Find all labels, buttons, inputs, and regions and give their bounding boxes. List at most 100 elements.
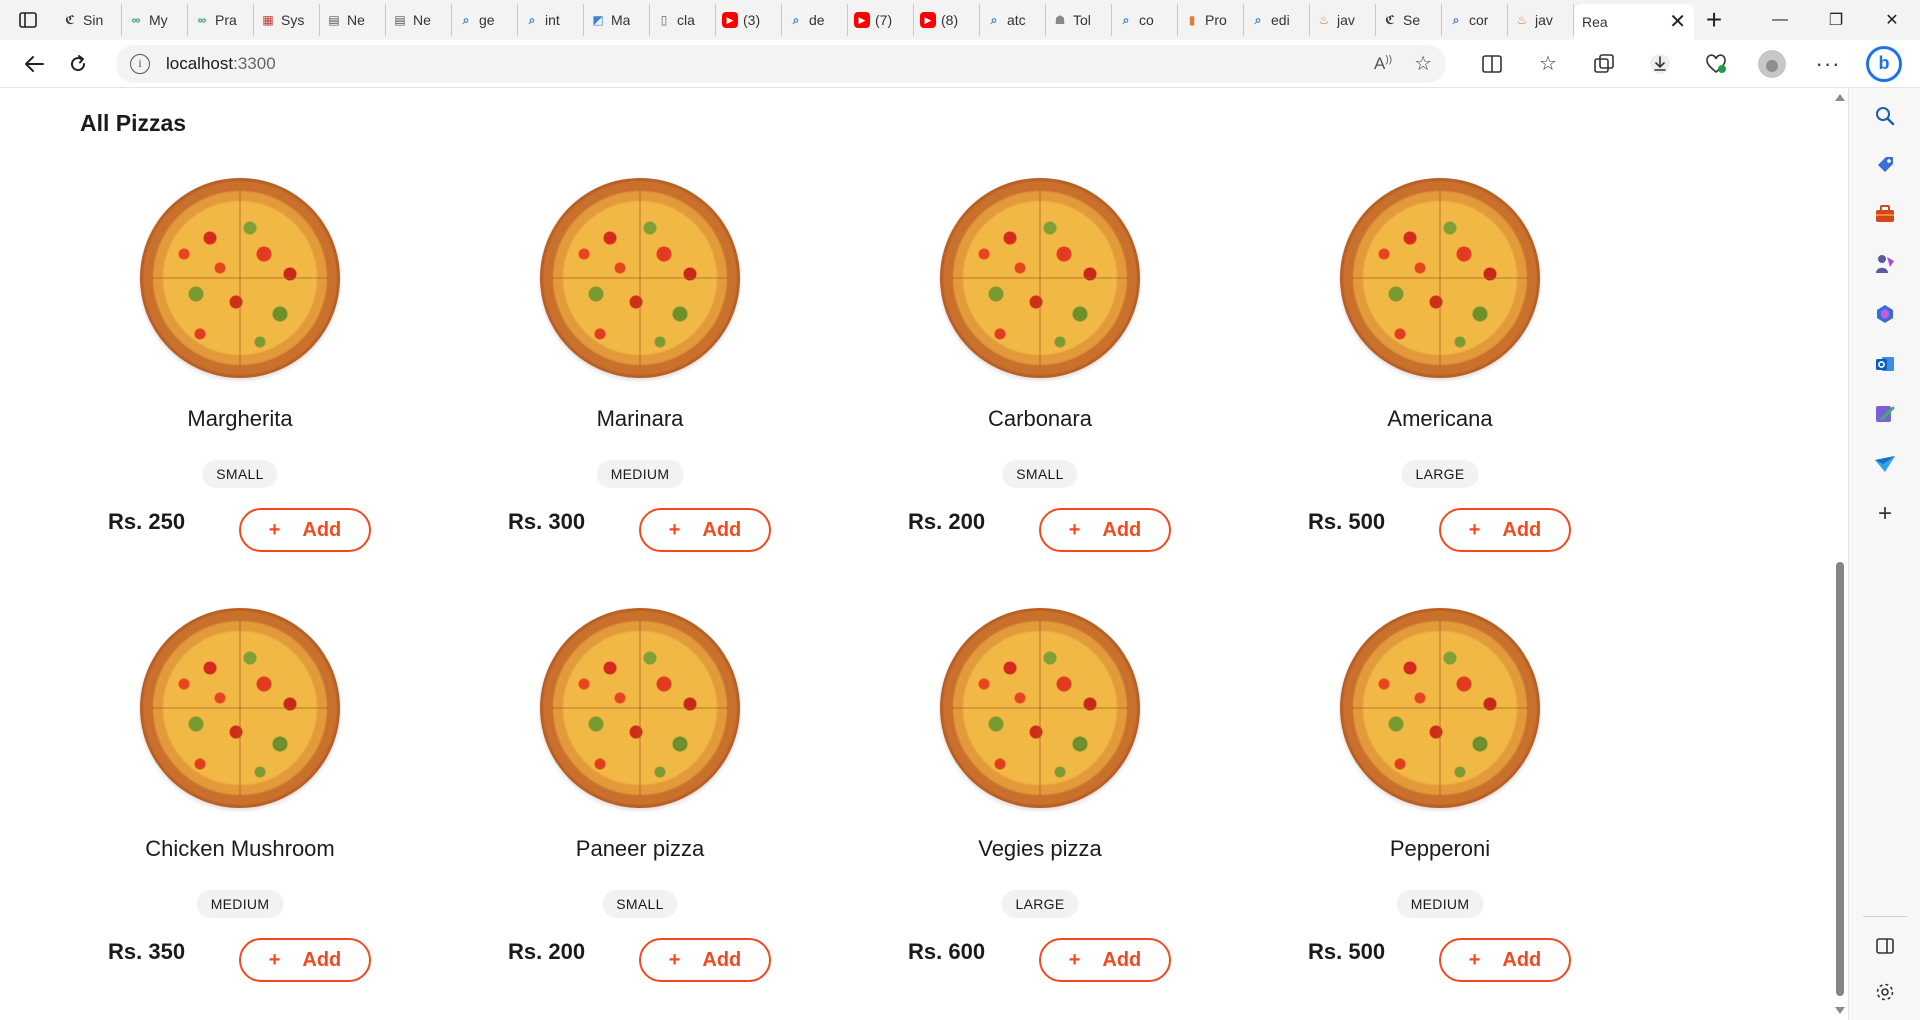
browser-tab-1[interactable]: ℭ Sin xyxy=(56,4,122,36)
copilot-icon[interactable]: b xyxy=(1866,45,1902,82)
tab-list: ℭ Sin ∞ My ∞ Pra ▦ Sys ▤ Ne ▤ Ne ⌕ ge ⌕ … xyxy=(56,0,1574,40)
add-to-cart-button[interactable]: + Add xyxy=(1439,508,1571,552)
browser-tab-15[interactable]: ⌕ atc xyxy=(980,4,1046,36)
browser-tab-19[interactable]: ⌕ edi xyxy=(1244,4,1310,36)
tab-label: Pra xyxy=(215,12,237,28)
tab-close-icon[interactable]: ✕ xyxy=(1669,12,1686,32)
collections-icon[interactable] xyxy=(1576,44,1632,84)
add-to-cart-button[interactable]: + Add xyxy=(639,508,771,552)
split-screen-icon[interactable] xyxy=(1464,44,1520,84)
browser-tab-6[interactable]: ▤ Ne xyxy=(386,4,452,36)
browser-tab-3[interactable]: ∞ Pra xyxy=(188,4,254,36)
browser-tab-7[interactable]: ⌕ ge xyxy=(452,4,518,36)
favorites-icon[interactable]: ☆ xyxy=(1520,44,1576,84)
tab-actions-button[interactable] xyxy=(0,0,56,40)
read-aloud-icon[interactable]: A)) xyxy=(1374,54,1392,74)
address-bar[interactable]: i localhost:3300 A)) ☆ xyxy=(116,44,1446,83)
browser-tab-14[interactable]: ▶ (8) xyxy=(914,4,980,36)
add-to-cart-button[interactable]: + Add xyxy=(639,938,771,982)
scrollbar-thumb[interactable] xyxy=(1836,562,1844,996)
sidebar-designer-icon[interactable] xyxy=(1871,400,1899,428)
sidebar-outlook-icon[interactable] xyxy=(1871,350,1899,378)
pizza-name: Vegies pizza xyxy=(978,836,1102,861)
scroll-up-arrow-icon[interactable] xyxy=(1835,94,1845,101)
downloads-icon[interactable] xyxy=(1632,44,1688,84)
search-icon: ⌕ xyxy=(528,12,536,27)
tab-strip: ℭ Sin ∞ My ∞ Pra ▦ Sys ▤ Ne ▤ Ne ⌕ ge ⌕ … xyxy=(0,0,1920,40)
pizza-name: Americana xyxy=(1387,406,1493,431)
pizza-price: Rs. 300 xyxy=(508,509,586,534)
add-to-cart-button[interactable]: + Add xyxy=(1439,938,1571,982)
plus-icon: + xyxy=(1468,948,1481,971)
site-info-icon[interactable]: i xyxy=(130,53,150,74)
pizza-price: Rs. 200 xyxy=(908,509,986,534)
browser-tab-4[interactable]: ▦ Sys xyxy=(254,4,320,36)
browser-tab-16[interactable]: ☗ Tol xyxy=(1046,4,1112,36)
minimize-button[interactable]: — xyxy=(1752,0,1808,40)
scroll-down-arrow-icon[interactable] xyxy=(1835,1007,1845,1014)
sidebar-add-icon[interactable]: + xyxy=(1871,500,1899,528)
pizza-price: Rs. 600 xyxy=(908,939,986,964)
pizza-image xyxy=(940,608,1140,808)
new-tab-button[interactable]: + xyxy=(1694,0,1734,40)
add-button-label: Add xyxy=(702,948,742,971)
favorite-star-icon[interactable]: ☆ xyxy=(1414,51,1432,76)
calendar-icon: ▦ xyxy=(262,13,274,27)
tab-label: Sys xyxy=(281,12,305,28)
browser-tab-8[interactable]: ⌕ int xyxy=(518,4,584,36)
sidebar-send-icon[interactable] xyxy=(1871,450,1899,478)
plus-icon: + xyxy=(1468,518,1481,541)
add-to-cart-button[interactable]: + Add xyxy=(1039,508,1171,552)
sidebar-games-icon[interactable] xyxy=(1871,250,1899,278)
scrollbar[interactable] xyxy=(1832,88,1848,1020)
browser-tab-9[interactable]: ◩ Ma xyxy=(584,4,650,36)
tab-label: (3) xyxy=(743,12,761,28)
url-text[interactable]: localhost:3300 xyxy=(166,54,276,74)
maximize-button[interactable]: ❐ xyxy=(1808,0,1864,40)
search-icon: ⌕ xyxy=(1452,12,1460,27)
browser-tab-2[interactable]: ∞ My xyxy=(122,4,188,36)
pizza-price: Rs. 500 xyxy=(1308,939,1386,964)
add-to-cart-button[interactable]: + Add xyxy=(239,938,371,982)
pizza-size-badge: LARGE xyxy=(1001,890,1079,918)
sidebar-search-icon[interactable] xyxy=(1871,102,1899,130)
add-to-cart-button[interactable]: + Add xyxy=(239,508,371,552)
back-button[interactable] xyxy=(12,44,56,84)
plus-icon: + xyxy=(268,518,281,541)
page-title: All Pizzas xyxy=(80,110,187,136)
browser-tab-18[interactable]: ▮ Pro xyxy=(1178,4,1244,36)
browser-tab-17[interactable]: ⌕ co xyxy=(1112,4,1178,36)
browser-tab-20[interactable]: ♨ jav xyxy=(1310,4,1376,36)
close-window-button[interactable]: ✕ xyxy=(1864,0,1920,40)
sidebar-m365-icon[interactable] xyxy=(1871,300,1899,328)
add-to-cart-button[interactable]: + Add xyxy=(1039,938,1171,982)
tab-label: Tol xyxy=(1073,12,1091,28)
browser-tab-22[interactable]: ⌕ cor xyxy=(1442,4,1508,36)
pizza-card-4: Americana LARGE Rs. 500 + Add xyxy=(1240,178,1640,608)
sidebar-tools-icon[interactable] xyxy=(1871,200,1899,228)
sidebar-shopping-icon[interactable] xyxy=(1871,150,1899,178)
sidebar-settings-icon[interactable] xyxy=(1871,978,1899,1006)
map-icon: ◩ xyxy=(592,13,604,27)
refresh-button[interactable] xyxy=(56,44,100,84)
browser-tab-21[interactable]: ℭ Se xyxy=(1376,4,1442,36)
more-menu-icon[interactable]: ··· xyxy=(1800,44,1856,84)
pizza-size-badge: MEDIUM xyxy=(1396,890,1484,918)
tab-active[interactable]: Rea ✕ xyxy=(1574,4,1694,40)
pizza-name: Carbonara xyxy=(988,406,1092,431)
browser-tab-10[interactable]: ▯ cla xyxy=(650,4,716,36)
browser-tab-13[interactable]: ▶ (7) xyxy=(848,4,914,36)
profile-button[interactable] xyxy=(1744,44,1800,84)
plus-icon: + xyxy=(1068,948,1081,971)
tab-label: (7) xyxy=(875,12,893,28)
browser-tab-12[interactable]: ⌕ de xyxy=(782,4,848,36)
search-icon: ⌕ xyxy=(1254,12,1262,27)
sidebar-panel-toggle-icon[interactable] xyxy=(1871,932,1899,960)
browser-tab-5[interactable]: ▤ Ne xyxy=(320,4,386,36)
browser-tab-11[interactable]: ▶ (3) xyxy=(716,4,782,36)
pizza-image xyxy=(540,178,740,378)
add-button-label: Add xyxy=(302,518,342,541)
browser-essentials-icon[interactable] xyxy=(1688,44,1744,84)
browser-tab-23[interactable]: ♨ jav xyxy=(1508,4,1574,36)
tab-label: Ma xyxy=(611,12,631,28)
